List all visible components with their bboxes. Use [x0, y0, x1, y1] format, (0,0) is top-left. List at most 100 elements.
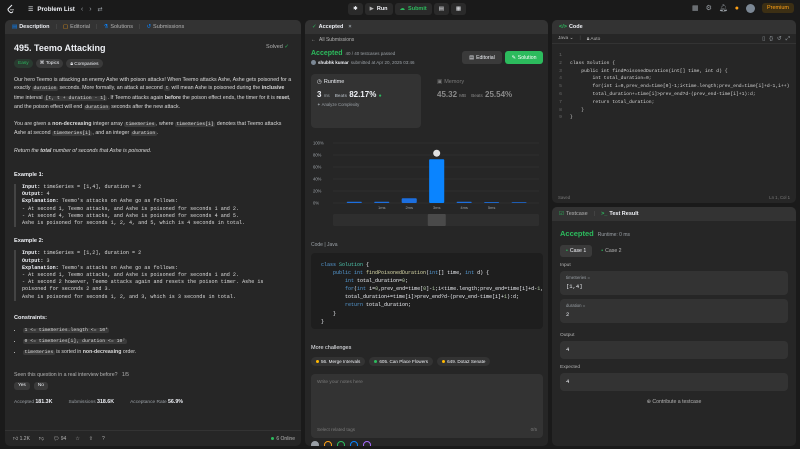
- color-swatch-blue[interactable]: [350, 441, 358, 446]
- notes-textarea[interactable]: Write your notes here Select related tag…: [311, 374, 543, 438]
- thumbs-up-icon: 👍︎: [13, 435, 19, 442]
- runtime-card[interactable]: ◷ Runtime 3 ms Beats 82.17% ● ✦ Analyze Co…: [311, 74, 421, 128]
- related-tags-select[interactable]: Select related tags: [317, 427, 355, 432]
- y-tick-label: 0%: [313, 201, 319, 206]
- editorial-button[interactable]: ▤ Editorial: [462, 51, 502, 64]
- color-swatch-gray[interactable]: [311, 441, 319, 446]
- submit-button[interactable]: ☁ Submit: [394, 3, 432, 15]
- input-label: Input: [560, 263, 571, 268]
- line-number: 7: [559, 99, 562, 105]
- memory-card[interactable]: ▣ Memory 45.32 MB Beats 25.54%: [431, 74, 541, 128]
- play-icon: ▶: [369, 6, 374, 12]
- run-button[interactable]: ▶ Run: [364, 3, 393, 15]
- shuffle-icon[interactable]: ⇄: [98, 6, 103, 13]
- top-nav: ☰ Problem List ‹ › ⇄ ✱ ▶ Run ☁ Submit ▤ ▦ …: [0, 0, 800, 18]
- problem-paragraph-2: You are given a non-decreasing integer a…: [14, 121, 282, 137]
- constraints-list: 1 <= timeSeries.length <= 10⁴ 0 <= timeS…: [14, 325, 292, 358]
- next-problem-icon[interactable]: ›: [89, 6, 91, 13]
- input-duration: duration = 2: [560, 299, 788, 323]
- back-arrow-icon: ←: [311, 37, 316, 43]
- test-result-panel: ☑ Testcase | >_ Test Result Accepted Runtim…: [552, 207, 796, 446]
- user-avatar[interactable]: [745, 3, 755, 13]
- star-icon: ☆: [75, 435, 80, 442]
- submitted-code: class Solution { public int findPoisoned…: [311, 253, 543, 329]
- terminal-icon: >_: [601, 211, 608, 217]
- braces-icon[interactable]: {}: [769, 36, 773, 43]
- tab-code[interactable]: </> Code: [556, 24, 586, 30]
- constraint-item: 0 <= timeSeries[i], duration <= 10⁷: [23, 336, 292, 347]
- more-challenges-heading: More challenges: [311, 345, 352, 351]
- constraint-item: 1 <= timeSeries.length <= 10⁴: [23, 325, 292, 336]
- example-1-block: Input: timeSeries = [1,4], duration = 2 …: [14, 184, 292, 228]
- comment-icon: 💬︎: [53, 435, 60, 442]
- dislike-button[interactable]: 👎︎: [39, 436, 44, 442]
- all-submissions-link[interactable]: ← All Submissions: [305, 34, 548, 46]
- color-swatch-purple[interactable]: [363, 441, 371, 446]
- companies-tag[interactable]: 🔒︎ Companies: [66, 59, 103, 68]
- tab-solutions[interactable]: ⚗ Solutions: [100, 24, 136, 30]
- color-swatch-green[interactable]: [337, 441, 345, 446]
- settings-icon[interactable]: ⚙: [706, 4, 712, 12]
- challenge-chip[interactable]: 649. Dota2 Senate: [437, 357, 491, 366]
- help-button[interactable]: ?: [102, 436, 105, 442]
- streak-fire-icon[interactable]: ●: [735, 5, 739, 12]
- case-1-tab[interactable]: • Case 1: [560, 245, 593, 257]
- output-value: 4: [560, 341, 788, 359]
- notes-icon: ▤: [438, 6, 444, 12]
- problem-list-button[interactable]: ☰ Problem List: [28, 6, 75, 13]
- close-icon[interactable]: ×: [348, 24, 351, 30]
- share-button[interactable]: ⇪: [89, 436, 93, 442]
- cloud-upload-icon: ☁: [399, 6, 406, 12]
- y-tick-label: 20%: [313, 189, 322, 194]
- bar: [456, 201, 472, 203]
- topics-tag[interactable]: ⌘ Topics: [35, 59, 64, 68]
- fullscreen-icon[interactable]: ⤢: [786, 36, 790, 43]
- constraints-heading: Constraints:: [14, 314, 47, 321]
- premium-button[interactable]: Premium: [761, 3, 794, 13]
- solution-button[interactable]: ✎ Solution: [505, 51, 543, 64]
- tab-submissions[interactable]: ↺ Submissions: [143, 24, 187, 30]
- y-tick-label: 80%: [313, 153, 322, 158]
- line-number: 8: [559, 107, 562, 113]
- chip-icon: ▣: [437, 79, 443, 85]
- expected-label: Expected: [560, 365, 581, 370]
- analyze-complexity-link[interactable]: ✦ Analyze Complexity: [317, 102, 415, 108]
- bookmark-icon[interactable]: ▯: [762, 36, 765, 43]
- prev-problem-icon[interactable]: ‹: [81, 6, 83, 13]
- solved-status: Solved ✓: [266, 44, 289, 50]
- like-button[interactable]: 👍︎ 1.2K: [13, 436, 30, 442]
- submitted-by: shubhk kumar submitted at Apr 20, 2025 03…: [311, 60, 415, 65]
- yes-button[interactable]: Yes: [14, 381, 30, 390]
- bar: [374, 201, 390, 203]
- tab-testcase[interactable]: ☑ Testcase: [556, 211, 591, 217]
- tab-test-result[interactable]: >_ Test Result: [598, 211, 642, 217]
- case-2-tab[interactable]: • Case 2: [595, 245, 627, 257]
- reset-icon[interactable]: ↺: [777, 36, 782, 43]
- challenge-chip[interactable]: 56. Merge Intervals: [311, 357, 366, 366]
- no-button[interactable]: No: [33, 381, 48, 390]
- line-number: 6: [559, 91, 562, 97]
- code-editor[interactable]: 1 2 3 4 56 7 8 9 class Solution { public int fi…: [552, 44, 796, 120]
- challenge-chip[interactable]: 605. Can Place Flowers: [369, 357, 434, 366]
- description-footer: 👍︎ 1.2K 👎︎ 💬︎ 94 ☆ ⇪ ? 6 Online: [5, 430, 301, 446]
- sparkle-icon: ✦: [317, 102, 321, 107]
- leetcode-logo-icon[interactable]: [6, 4, 16, 14]
- contribute-testcase-link[interactable]: ⊕ Contribute a testcase: [552, 399, 796, 405]
- comments-button[interactable]: 💬︎ 94: [53, 436, 66, 442]
- layout-grid-icon[interactable]: ▦: [692, 4, 699, 12]
- tab-description[interactable]: ▤ Description: [9, 24, 52, 30]
- notes-button[interactable]: ▤: [433, 3, 449, 15]
- auto-toggle[interactable]: 🔒︎ Auto: [587, 36, 601, 42]
- tab-editorial[interactable]: ▢ Editorial: [60, 24, 93, 30]
- bell-icon[interactable]: 🔔︎: [719, 4, 728, 12]
- layout-button[interactable]: ▦: [450, 3, 467, 15]
- check-icon: ✓: [312, 24, 317, 30]
- example-2-block: Input: timeSeries = [1,2], duration = 2 …: [14, 250, 292, 301]
- tab-accepted[interactable]: ✓ Accepted ×: [309, 24, 355, 30]
- language-select[interactable]: Java ⌄: [558, 36, 574, 41]
- color-swatch-orange[interactable]: [324, 441, 332, 446]
- debug-button[interactable]: ✱: [348, 3, 363, 15]
- star-button[interactable]: ☆: [75, 436, 79, 442]
- example-2-heading: Example 2:: [14, 238, 44, 245]
